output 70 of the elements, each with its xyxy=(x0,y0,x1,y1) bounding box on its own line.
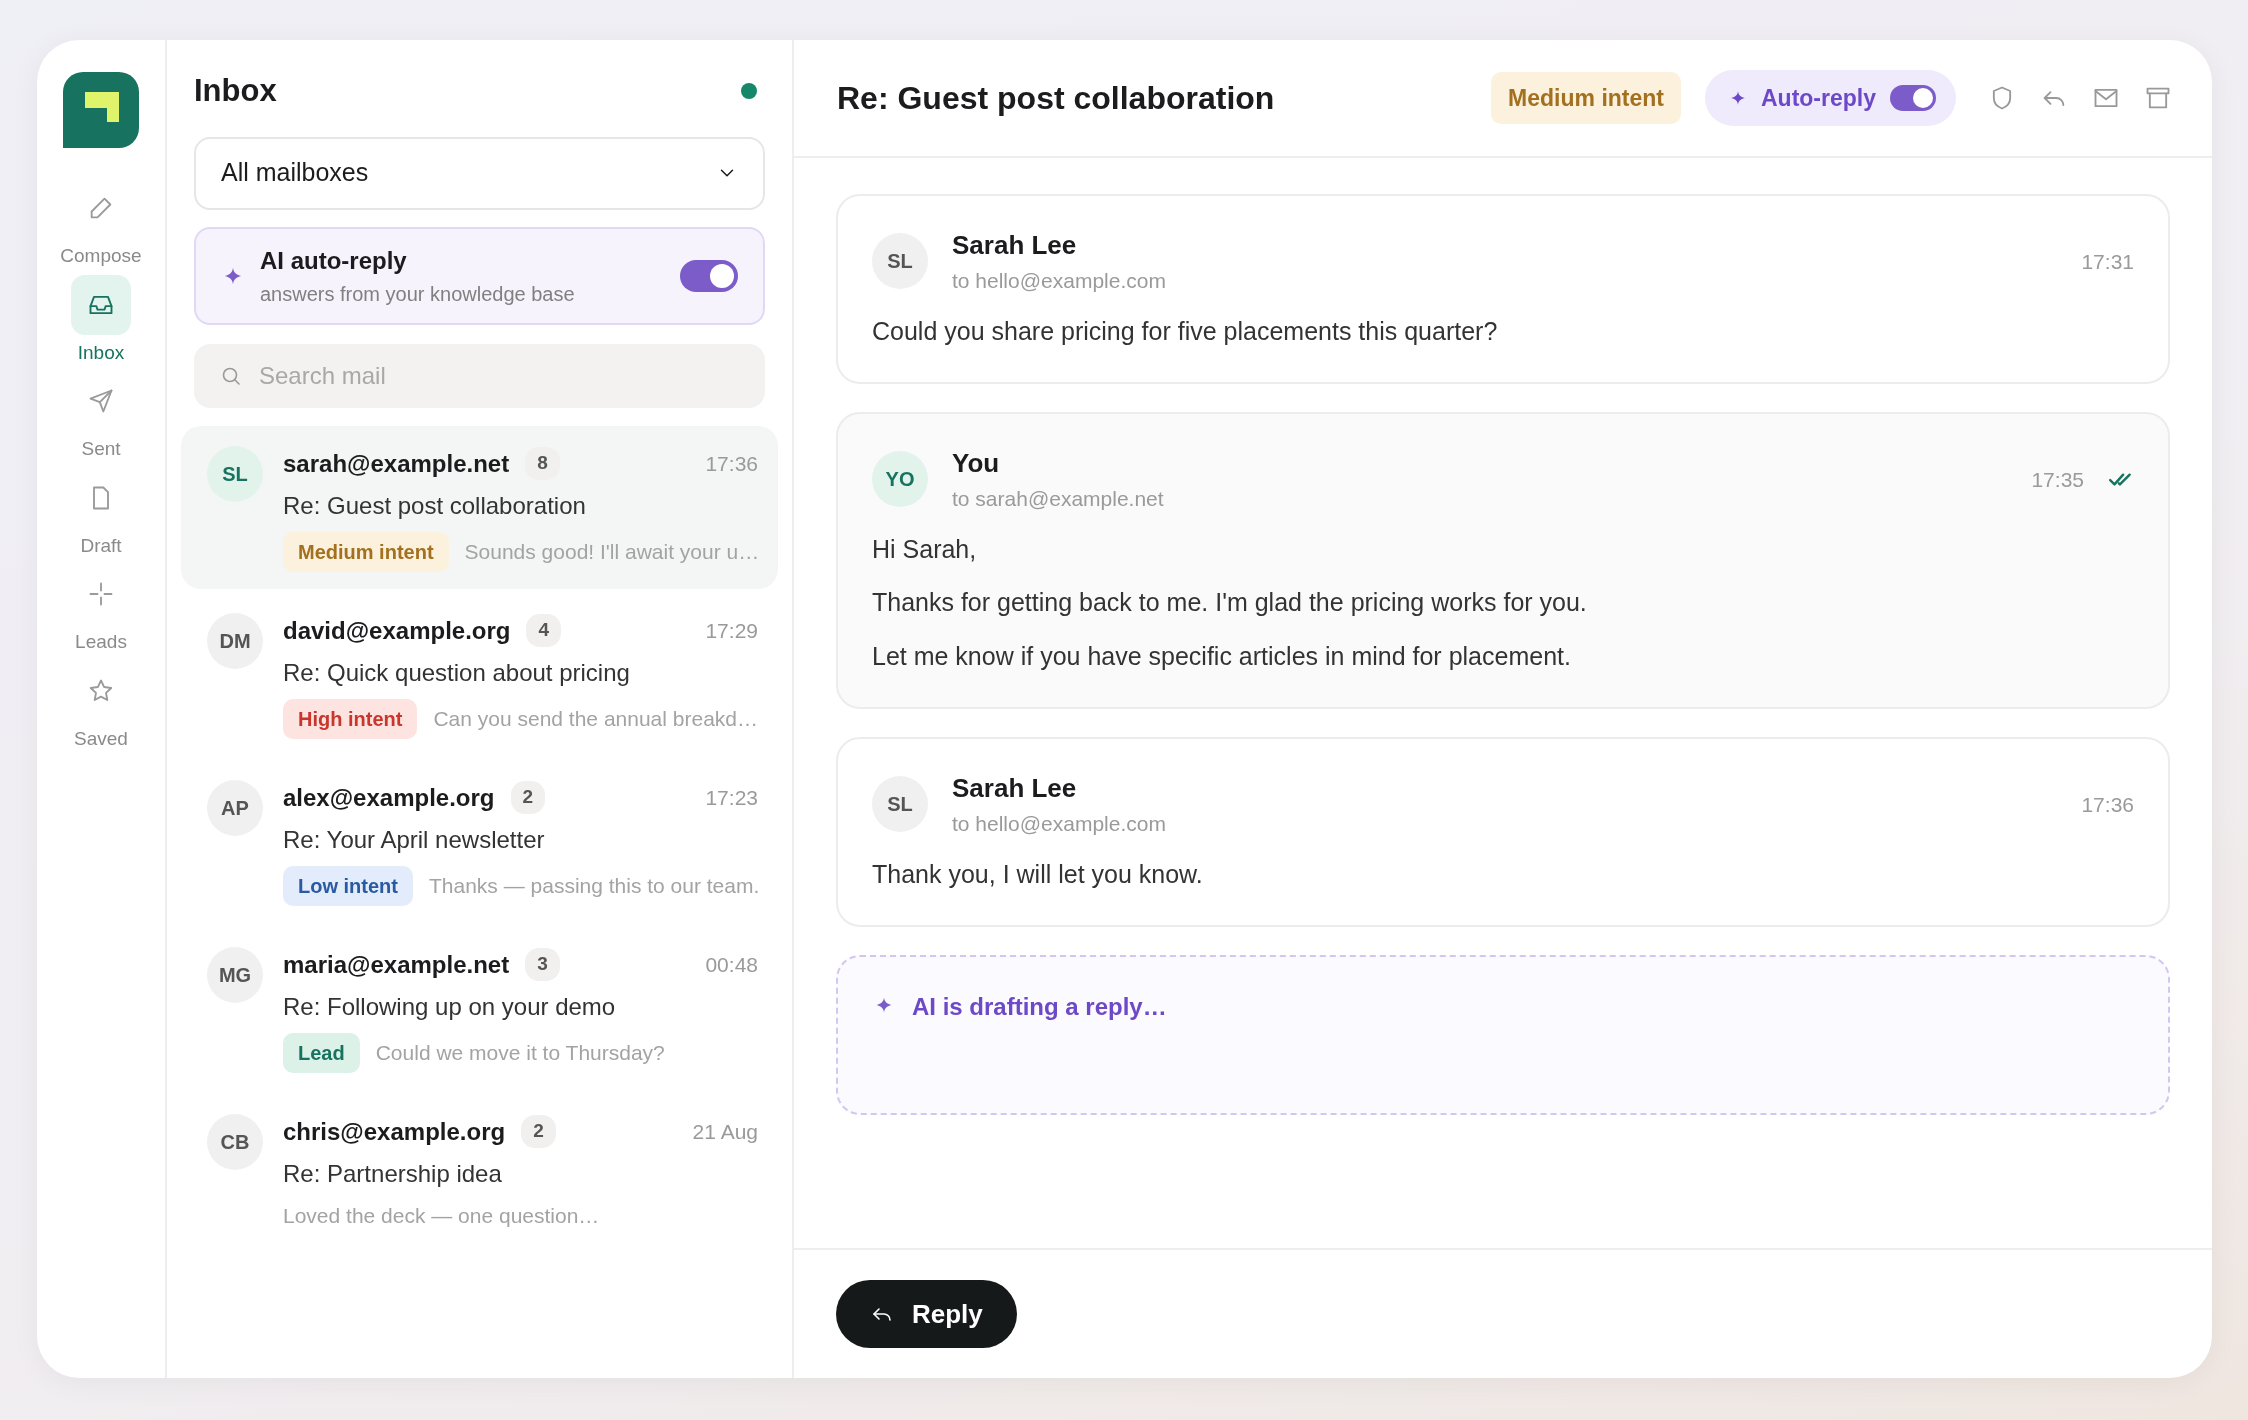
avatar: SL xyxy=(872,233,928,290)
sender-email: maria@example.net xyxy=(283,949,510,980)
draft-status: AI is drafting a reply… xyxy=(912,992,1167,1022)
thread-item[interactable]: CB chris@example.org 2 21 Aug Re: Partnership idea Loved the deck — one question… xyxy=(181,1093,778,1257)
avatar: CB xyxy=(207,1113,263,1170)
thread-time: 17:29 xyxy=(705,617,758,644)
message-count: 2 xyxy=(521,1115,556,1148)
intent-tag: High intent xyxy=(283,698,418,739)
message-time: 17:36 xyxy=(2081,791,2134,818)
avatar: MG xyxy=(207,946,263,1003)
thread-subject: Re: Quick question about pricing xyxy=(283,657,631,688)
message-text: Let me know if you have specific articles in mind for placement. xyxy=(872,640,1572,672)
recipient-line: to sarah@example.net xyxy=(952,486,1165,512)
message-time: 17:35 xyxy=(2031,466,2084,493)
pane-title: Inbox xyxy=(194,72,277,110)
avatar: YO xyxy=(872,451,928,508)
card-title: AI auto-reply xyxy=(260,245,408,276)
thread-item[interactable]: AP alex@example.org 2 17:23 Re: Your April newsletter Low intent Thanks — passing this to our team. xyxy=(181,759,778,923)
message-count: 4 xyxy=(526,614,562,647)
sender-email: david@example.org xyxy=(283,615,511,646)
message-time: 17:31 xyxy=(2081,248,2134,275)
sender-name: You xyxy=(952,447,1001,480)
message-preview: Loved the deck — one question… xyxy=(283,1202,600,1229)
thread-item[interactable]: MG maria@example.net 3 00:48 Re: Following up on your demo Lead Could we move it to Thursday? xyxy=(181,926,778,1090)
avatar: DM xyxy=(207,612,263,669)
message-preview: Thanks — passing this to our team. xyxy=(429,872,760,899)
message-text: Thanks for getting back to me. I'm glad the pricing works for you. xyxy=(872,587,1588,618)
intent-tag: Medium intent xyxy=(283,531,449,572)
message-text: Could you share pricing for five placements this quarter? xyxy=(872,315,1499,347)
thread-time: 17:36 xyxy=(705,450,758,477)
thread-subject: Re: Guest post collaboration xyxy=(283,490,587,521)
recipient-line: to hello@example.com xyxy=(952,811,1167,837)
nav-item[interactable]: Sent xyxy=(71,371,131,464)
sender-name: Sarah Lee xyxy=(952,229,1078,262)
thread-item[interactable]: SL sarah@example.net 8 17:36 Re: Guest post collaboration Medium intent Sounds good! I'll await your u… xyxy=(181,425,778,589)
thread-subject: Re: Your April newsletter xyxy=(283,824,546,855)
toggle-switch[interactable] xyxy=(680,259,738,292)
sender-name: Sarah Lee xyxy=(952,772,1078,805)
message-preview: Could we move it to Thursday? xyxy=(375,1039,665,1066)
intent-tag: Medium intent xyxy=(1491,71,1681,125)
thread-item[interactable]: DM david@example.org 4 17:29 Re: Quick question about pricing High intent Can you send the annual breakd… xyxy=(181,592,778,756)
sender-email: alex@example.org xyxy=(283,782,495,813)
message-text: Hi Sarah, xyxy=(872,533,978,565)
send-icon xyxy=(87,387,115,415)
message-count: 2 xyxy=(510,781,546,814)
thread-time: 17:23 xyxy=(705,784,758,811)
auto-reply-button[interactable]: Auto-reply xyxy=(1705,70,1956,126)
message-count: 8 xyxy=(525,447,560,480)
sender-email: chris@example.org xyxy=(283,1116,506,1147)
intent-tag: Lead xyxy=(283,1032,360,1073)
avatar: AP xyxy=(207,779,263,836)
conversation-title: Re: Guest post collaboration xyxy=(837,79,1275,118)
mailbox-dropdown[interactable]: All mailboxes xyxy=(194,136,765,210)
message-count: 3 xyxy=(525,948,560,981)
thread-subject: Re: Partnership idea xyxy=(283,1158,503,1189)
intent-tag: Low intent xyxy=(283,865,413,906)
search-field[interactable]: Search mail xyxy=(194,343,765,408)
thread-time: 00:48 xyxy=(705,951,758,978)
recipient-line: to hello@example.com xyxy=(952,268,1167,294)
message-preview: Can you send the annual breakd… xyxy=(433,705,758,732)
sender-email: sarah@example.net xyxy=(283,448,510,479)
card-subtitle: answers from your knowledge base xyxy=(260,281,576,307)
avatar: SL xyxy=(207,445,263,502)
message-text: Thank you, I will let you know. xyxy=(872,858,1204,890)
thread-subject: Re: Following up on your demo xyxy=(283,991,617,1022)
reply-button[interactable]: Reply xyxy=(836,1280,1017,1348)
thread-time: 21 Aug xyxy=(692,1118,758,1145)
message-preview: Sounds good! I'll await your u… xyxy=(464,538,760,565)
logo-icon xyxy=(63,72,139,148)
avatar: SL xyxy=(872,776,928,833)
